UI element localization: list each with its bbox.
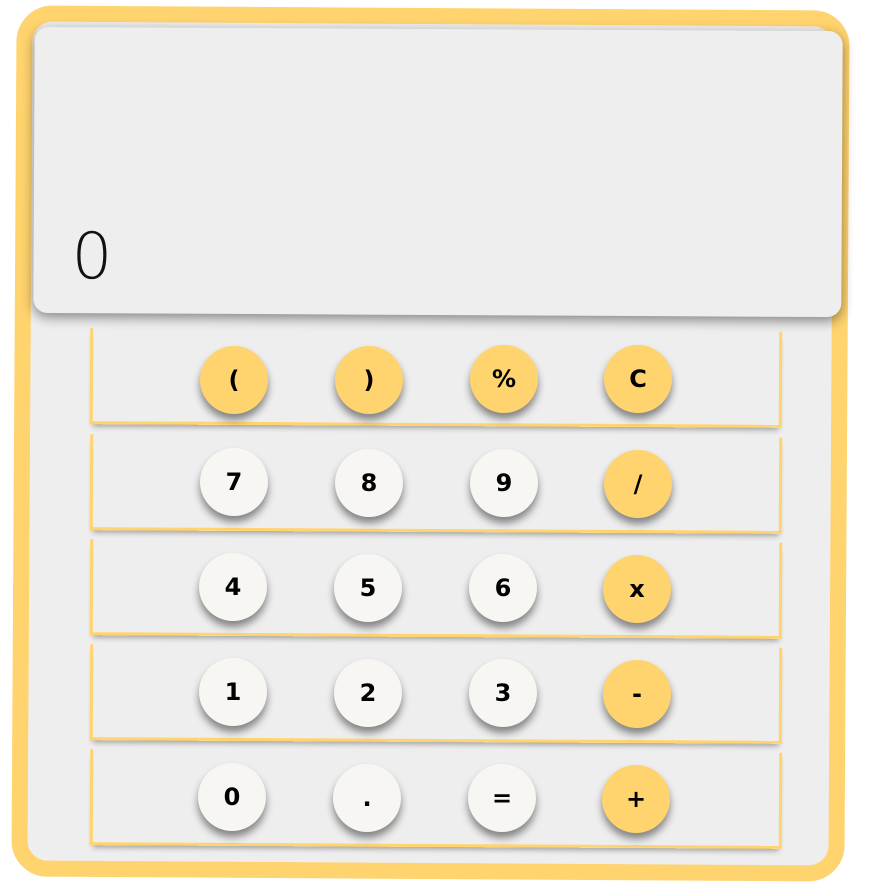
key-2[interactable]: 2 — [334, 659, 402, 727]
key-3[interactable]: 3 — [469, 659, 537, 727]
key-0[interactable]: 0 — [198, 763, 266, 831]
key-equals[interactable]: = — [468, 764, 536, 832]
key-9[interactable]: 9 — [470, 449, 538, 517]
key-percent[interactable]: % — [470, 345, 538, 413]
key-decimal[interactable]: . — [333, 764, 401, 832]
key-6[interactable]: 6 — [469, 554, 537, 622]
key-1[interactable]: 1 — [199, 658, 267, 726]
key-close-paren[interactable]: ) — [335, 346, 403, 414]
key-add[interactable]: + — [602, 765, 670, 833]
key-7[interactable]: 7 — [200, 448, 268, 516]
key-open-paren[interactable]: ( — [200, 346, 268, 414]
key-multiply[interactable]: x — [603, 555, 671, 623]
key-divide[interactable]: / — [604, 450, 672, 518]
key-5[interactable]: 5 — [334, 554, 402, 622]
key-subtract[interactable]: - — [603, 660, 671, 728]
calculator-display: 0 — [33, 26, 843, 318]
display-value: 0 — [71, 220, 113, 295]
key-row-4 — [89, 644, 783, 744]
key-row-2 — [89, 434, 783, 534]
key-8[interactable]: 8 — [335, 449, 403, 517]
key-row-3 — [89, 539, 783, 639]
key-clear[interactable]: C — [604, 345, 672, 413]
key-row-1 — [89, 328, 783, 428]
key-4[interactable]: 4 — [199, 553, 267, 621]
key-row-5 — [89, 749, 783, 849]
